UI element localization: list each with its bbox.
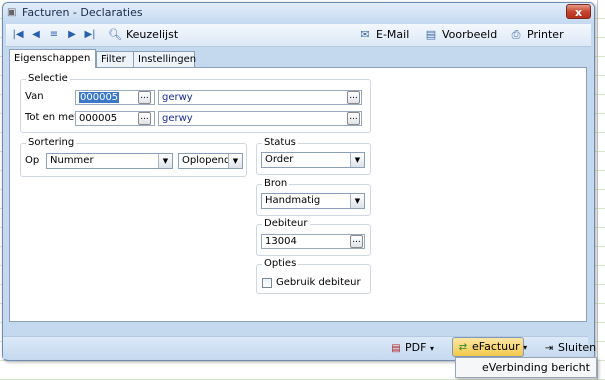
selectie-group: Selectie Van 000005 ... gerwy ... Tot en… [20, 73, 371, 133]
previous-record-icon[interactable]: ◀ [28, 27, 44, 43]
tab-eigenschappen[interactable]: Eigenschappen [9, 49, 96, 68]
selectie-title: Selectie [26, 73, 70, 84]
chevron-down-icon: ▼ [350, 153, 364, 167]
tot-code-lookup-button[interactable]: ... [138, 112, 151, 125]
pdf-icon: ▤ [391, 343, 401, 354]
close-button[interactable]: x [566, 4, 591, 19]
tot-label: Tot en met [25, 112, 79, 123]
chevron-down-icon: ▼ [350, 194, 364, 208]
gebruik-debiteur-checkbox[interactable] [262, 278, 272, 288]
mail-icon: ✉ [360, 28, 370, 41]
pdf-button[interactable]: ▤ PDF ▾ [390, 340, 434, 356]
status-title: Status [262, 137, 298, 148]
tot-name-lookup-button[interactable]: ... [347, 112, 360, 125]
van-name-lookup-button[interactable]: ... [347, 91, 360, 104]
op-label: Op [25, 155, 40, 166]
sortering-title: Sortering [26, 137, 77, 148]
debiteur-group: Debiteur 13004 ... [256, 218, 371, 256]
debiteur-lookup-button[interactable]: ... [350, 235, 363, 248]
next-record-icon[interactable]: ▶ [64, 27, 80, 43]
keuzelijst-button[interactable]: 🔍︎ Keuzelijst [108, 27, 178, 43]
status-group: Status Order ▼ [256, 137, 371, 175]
list-icon[interactable]: ≡ [46, 27, 62, 43]
sluiten-button[interactable]: ⇥ Sluiten [543, 340, 596, 356]
efactuur-button[interactable]: ⇄ eFactuur ▾ [452, 337, 527, 357]
bron-group: Bron Handmatig ▼ [256, 178, 371, 216]
sluiten-label: Sluiten [558, 341, 597, 354]
printer-button[interactable]: ⎙ Printer [509, 27, 564, 43]
email-label: E-Mail [376, 28, 410, 41]
tab-instellingen[interactable]: Instellingen [133, 51, 196, 67]
properties-panel: Selectie Van 000005 ... gerwy ... Tot en… [9, 67, 587, 322]
chevron-down-icon: ▼ [228, 154, 242, 168]
exit-icon: ⇥ [544, 343, 554, 354]
tab-filter[interactable]: Filter [96, 51, 134, 67]
bron-value: Handmatig [265, 195, 321, 206]
window-icon: ▣ [7, 7, 17, 18]
voorbeeld-button[interactable]: ▤ Voorbeeld [424, 27, 497, 43]
magnifier-icon: 🔍︎ [108, 28, 122, 41]
opties-group: Opties Gebruik debiteur [256, 258, 371, 294]
first-record-icon[interactable]: |◀ [10, 27, 26, 43]
opties-title: Opties [262, 258, 299, 269]
gebruik-debiteur-label: Gebruik debiteur [276, 277, 361, 288]
van-code-lookup-button[interactable]: ... [138, 91, 151, 104]
background-divider [597, 0, 598, 380]
debiteur-title: Debiteur [262, 218, 310, 229]
printer-icon: ⎙ [511, 28, 521, 41]
voorbeeld-label: Voorbeeld [442, 28, 498, 41]
sortering-group: Sortering Op Nummer ▼ Oplopend ▼ [20, 137, 247, 177]
efactuur-label: eFactuur [472, 340, 520, 353]
van-name-field[interactable]: gerwy [158, 90, 362, 105]
sort-field-value: Nummer [50, 155, 94, 166]
menu-item-everbinding-bericht[interactable]: eVerbinding bericht [482, 361, 590, 374]
van-code-value: 000005 [79, 92, 120, 103]
tot-name-field[interactable]: gerwy [158, 111, 362, 126]
keuzelijst-label: Keuzelijst [126, 28, 179, 41]
van-label: Van [25, 91, 44, 102]
efactuur-caret-icon: ▾ [523, 343, 528, 352]
chevron-down-icon: ▼ [158, 154, 172, 168]
printer-label: Printer [527, 28, 564, 41]
efactuur-inner: ⇄ eFactuur ▾ [457, 339, 527, 355]
sort-field-select[interactable]: Nummer ▼ [46, 153, 173, 169]
pdf-label: PDF [405, 341, 427, 354]
bron-title: Bron [262, 178, 290, 189]
bron-select[interactable]: Handmatig ▼ [261, 193, 365, 209]
title-bar[interactable]: ▣ Facturen - Declaraties x [3, 3, 594, 23]
status-value: Order [265, 154, 294, 165]
window-title: Facturen - Declaraties [22, 6, 143, 19]
preview-icon: ▤ [425, 28, 437, 41]
toolbar: |◀ ◀ ≡ ▶ ▶| 🔍︎ Keuzelijst ✉ E-Mail ▤ Voorbe… [6, 24, 591, 47]
email-button[interactable]: ✉ E-Mail [358, 27, 409, 43]
status-select[interactable]: Order ▼ [261, 152, 365, 168]
efactuur-dropdown-menu: eVerbinding bericht [455, 357, 597, 378]
sort-order-value: Oplopend [182, 155, 231, 166]
efactuur-icon: ⇄ [458, 342, 468, 353]
sort-order-select[interactable]: Oplopend ▼ [178, 153, 243, 169]
last-record-icon[interactable]: ▶| [82, 27, 98, 43]
pdf-caret-icon: ▾ [429, 344, 434, 353]
